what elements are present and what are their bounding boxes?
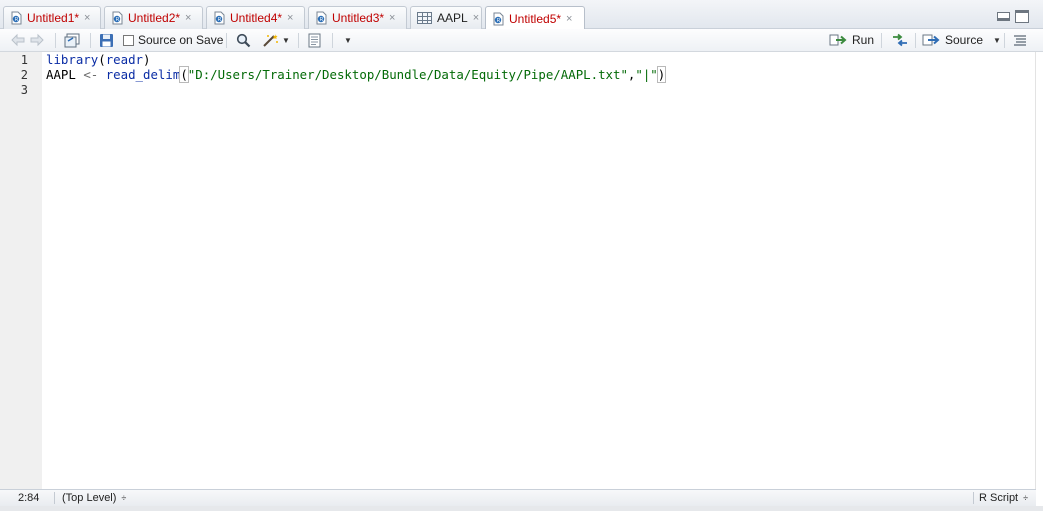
arrow-left-icon (11, 33, 25, 47)
string-delim: "|" (635, 67, 658, 82)
rerun-icon (893, 33, 907, 47)
string-path: "D:/Users/Trainer/Desktop/Bundle/Data/Eq… (187, 67, 628, 82)
line-number-gutter: 1 2 3 (0, 52, 42, 489)
status-bar: 2:84 (Top Level) ÷ R Script ÷ (0, 489, 1036, 506)
close-icon[interactable]: × (473, 12, 479, 24)
open-paren: ( (98, 52, 106, 67)
outline-icon (1014, 35, 1026, 46)
back-button[interactable] (10, 29, 26, 51)
r-script-icon: R (213, 11, 226, 25)
updown-caret-icon: ÷ (121, 493, 127, 503)
run-arrow-icon (829, 34, 847, 46)
source-arrow-icon (922, 34, 940, 46)
tab-label: Untitled1* (27, 11, 80, 25)
tab-untitled1[interactable]: R Untitled1* × (3, 6, 101, 29)
close-icon[interactable]: × (84, 12, 90, 24)
close-icon[interactable]: × (389, 12, 395, 24)
compile-report-button[interactable] (307, 29, 322, 51)
line-number: 3 (20, 83, 28, 97)
assign-operator: <- (83, 67, 99, 82)
run-button[interactable]: Run (829, 29, 874, 51)
arrow-right-icon (30, 33, 44, 47)
code-line-1[interactable]: library(readr) (46, 52, 150, 68)
rerun-button[interactable] (890, 29, 910, 51)
r-script-icon: R (111, 11, 124, 25)
data-table-icon (417, 12, 432, 24)
pane-splitter[interactable] (0, 506, 1043, 511)
chevron-down-icon: ▼ (344, 35, 352, 45)
function-name: read_delim (105, 67, 181, 82)
source-button[interactable]: Source ▼ (922, 29, 1001, 51)
tab-untitled4[interactable]: R Untitled4* × (206, 6, 305, 29)
argument: readr (105, 52, 143, 67)
r-script-icon: R (10, 11, 23, 25)
run-label: Run (852, 33, 875, 47)
editor-tab-bar: R Untitled1* × R Untitled2* × R Untitled… (0, 0, 1043, 30)
open-paren-match: ( (179, 66, 189, 83)
svg-text:R: R (218, 17, 222, 23)
forward-button[interactable] (29, 29, 45, 51)
close-icon[interactable]: × (566, 13, 572, 25)
line-number: 2 (20, 68, 28, 82)
cursor-position: 2:84 (18, 492, 40, 504)
show-in-new-window-button[interactable] (64, 29, 81, 51)
file-type-selector[interactable]: R Script ÷ (979, 490, 1028, 506)
new-window-icon (64, 33, 80, 47)
tab-label: AAPL (437, 11, 468, 25)
tab-aapl-data[interactable]: AAPL × (410, 6, 482, 29)
editor-right-border (1035, 52, 1036, 489)
tab-untitled5[interactable]: R Untitled5* × (485, 6, 585, 30)
file-type-label: R Script (979, 492, 1019, 504)
maximize-pane-icon[interactable] (1015, 10, 1029, 23)
close-icon[interactable]: × (185, 12, 191, 24)
updown-caret-icon: ÷ (1023, 493, 1029, 503)
function-name: library (46, 52, 99, 67)
tab-untitled2[interactable]: R Untitled2* × (104, 6, 203, 29)
source-on-save-checkbox[interactable]: Source on Save (123, 29, 223, 51)
editor-toolbar: Source on Save ▼ ▼ Run Source ▼ (0, 29, 1043, 52)
r-script-icon: R (315, 11, 328, 25)
document-outline-button[interactable] (1013, 29, 1027, 51)
tab-label: Untitled4* (230, 11, 283, 25)
close-icon[interactable]: × (287, 12, 293, 24)
text-cursor (665, 67, 667, 81)
code-line-2[interactable]: AAPL <- read_delim("D:/Users/Trainer/Des… (46, 66, 667, 83)
magic-wand-icon (263, 33, 278, 47)
tab-label: Untitled3* (332, 11, 385, 25)
variable-name: AAPL (46, 67, 76, 82)
r-script-icon: R (492, 12, 505, 26)
save-icon (100, 33, 113, 47)
tab-untitled3[interactable]: R Untitled3* × (308, 6, 407, 29)
save-button[interactable] (99, 29, 114, 51)
minimize-pane-icon[interactable] (997, 12, 1010, 21)
chevron-down-icon: ▼ (282, 35, 290, 45)
svg-text:R: R (116, 17, 120, 23)
code-editor[interactable]: library(readr) AAPL <- read_delim("D:/Us… (46, 52, 1034, 489)
close-paren: ) (143, 52, 151, 67)
source-label: Source (945, 33, 984, 47)
line-number: 1 (20, 53, 28, 67)
tab-label: Untitled2* (128, 11, 181, 25)
svg-text:R: R (497, 18, 501, 24)
source-on-save-label: Source on Save (138, 33, 224, 47)
tab-label: Untitled5* (509, 11, 562, 26)
close-paren-match: ) (656, 66, 667, 83)
scope-label: (Top Level) (62, 492, 117, 504)
checkbox[interactable] (123, 34, 134, 46)
code-tools-button[interactable]: ▼ (262, 29, 290, 51)
chevron-down-icon[interactable]: ▼ (993, 36, 1001, 45)
svg-text:R: R (320, 17, 324, 23)
scope-selector[interactable]: (Top Level) ÷ (62, 490, 126, 506)
notebook-icon (308, 33, 321, 47)
more-options-menu[interactable]: ▼ (344, 29, 352, 51)
svg-text:R: R (15, 17, 19, 23)
find-replace-button[interactable] (236, 29, 251, 51)
search-icon (236, 33, 251, 47)
